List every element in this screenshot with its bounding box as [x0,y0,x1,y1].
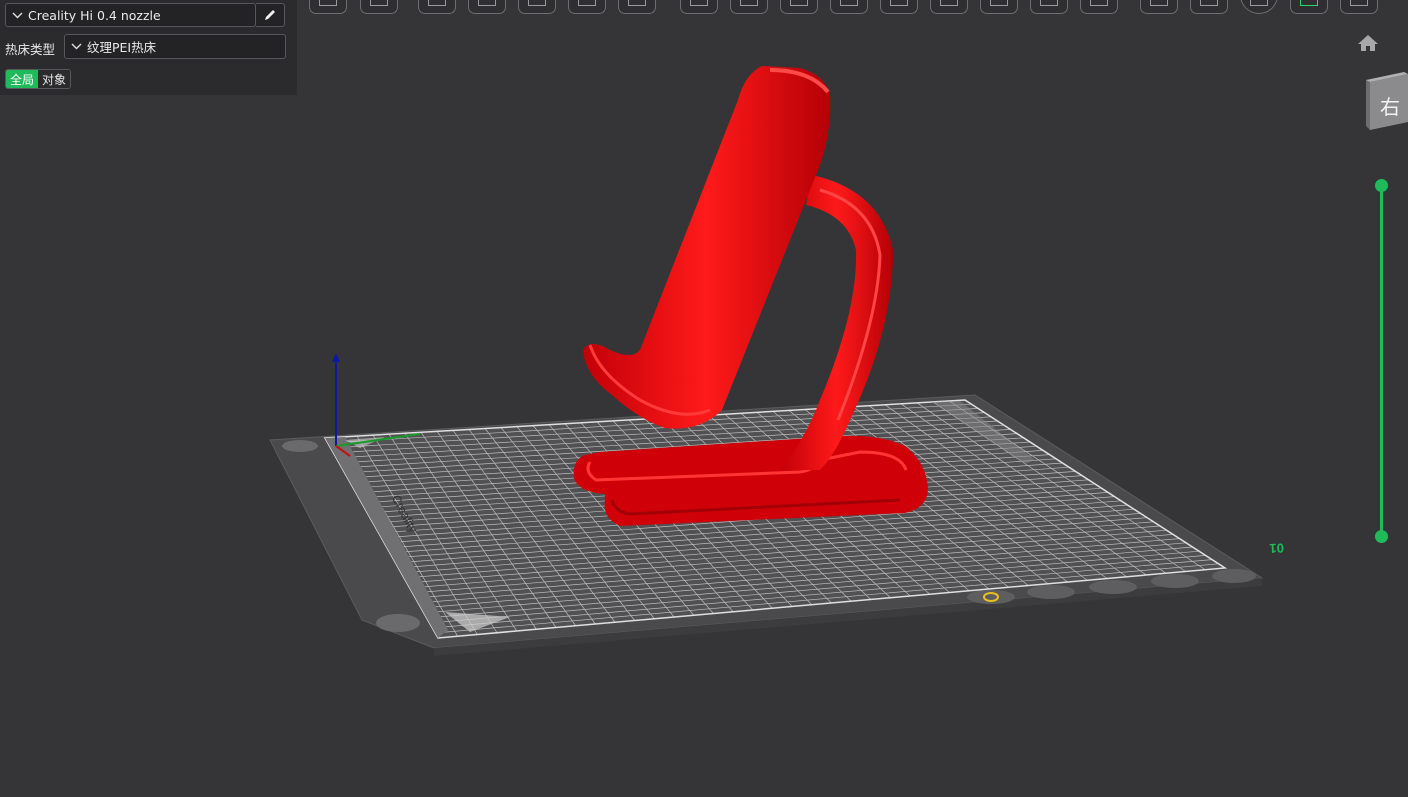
toolbar-button[interactable] [1030,0,1068,14]
toolbar-icon [990,0,1008,6]
toolbar-button[interactable] [1240,0,1278,14]
toolbar-icon [628,0,646,6]
printer-name: Creality Hi 0.4 nozzle [28,7,161,23]
toolbar-icon [578,0,596,6]
toolbar-button[interactable] [930,0,968,14]
toolbar-icon [1350,0,1368,6]
scope-toggle: 全局 对象 [5,69,72,89]
toolbar-button[interactable] [780,0,818,14]
toolbar-button[interactable] [830,0,868,14]
toolbar-icon [528,0,546,6]
toolbar-button[interactable] [1080,0,1118,14]
home-icon[interactable] [1357,33,1379,53]
chevron-down-icon [6,12,28,19]
toolbar-icon [1250,0,1268,6]
toolbar-icon [790,0,808,6]
toolbar-button[interactable] [1190,0,1228,14]
toolbar-icon [740,0,758,6]
view-cube-face: 右 [1380,95,1400,119]
toolbar-icon [370,0,388,6]
edit-printer-button[interactable] [256,3,285,27]
toolbar-button[interactable] [309,0,347,14]
tab-global[interactable]: 全局 [6,70,39,88]
toolbar-button[interactable] [418,0,456,14]
toolbar-button[interactable] [980,0,1018,14]
toolbar-icon [478,0,496,6]
bed-type-label: 热床类型 [5,42,56,57]
toolbar-button[interactable] [730,0,768,14]
toolbar-button[interactable] [360,0,398,14]
toolbar-icon [940,0,958,6]
printer-dropdown[interactable]: Creality Hi 0.4 nozzle [5,3,256,27]
toolbar-button[interactable] [618,0,656,14]
toolbar-icon [1150,0,1168,6]
toolbar-button[interactable] [518,0,556,14]
toolbar-icon [1090,0,1108,6]
toolbar-button[interactable] [468,0,506,14]
toolbar-icon [890,0,908,6]
toolbar-icon [1300,0,1318,6]
chevron-down-icon [65,43,87,50]
bed-type-dropdown[interactable]: 纹理PEI热床 [64,34,286,59]
toolbar-icon [840,0,858,6]
settings-panel: Creality Hi 0.4 nozzle 热床类型 纹理PEI热床 全局 对… [0,0,297,95]
layer-slider-top-handle[interactable] [1375,179,1388,192]
view-cube[interactable]: 右 [1366,70,1408,130]
toolbar-button[interactable] [880,0,918,14]
toolbar-button[interactable] [1290,0,1328,14]
tab-object[interactable]: 对象 [38,70,71,88]
toolbar-button[interactable] [1140,0,1178,14]
layer-slider-track[interactable] [1380,186,1383,536]
toolbar-button[interactable] [1340,0,1378,14]
model-phone-stand[interactable] [573,66,928,526]
pencil-icon [265,10,275,20]
top-toolbar [297,0,1408,22]
layer-slider-bottom-handle[interactable] [1375,530,1388,543]
plate-number: 01 [1269,540,1284,555]
toolbar-icon [1040,0,1058,6]
toolbar-button[interactable] [680,0,718,14]
3d-viewport[interactable]: Creality 01 [0,0,1408,797]
bed-type-value: 纹理PEI热床 [87,40,157,55]
toolbar-button[interactable] [568,0,606,14]
toolbar-icon [690,0,708,6]
toolbar-icon [319,0,337,6]
toolbar-icon [1200,0,1218,6]
toolbar-icon [428,0,446,6]
